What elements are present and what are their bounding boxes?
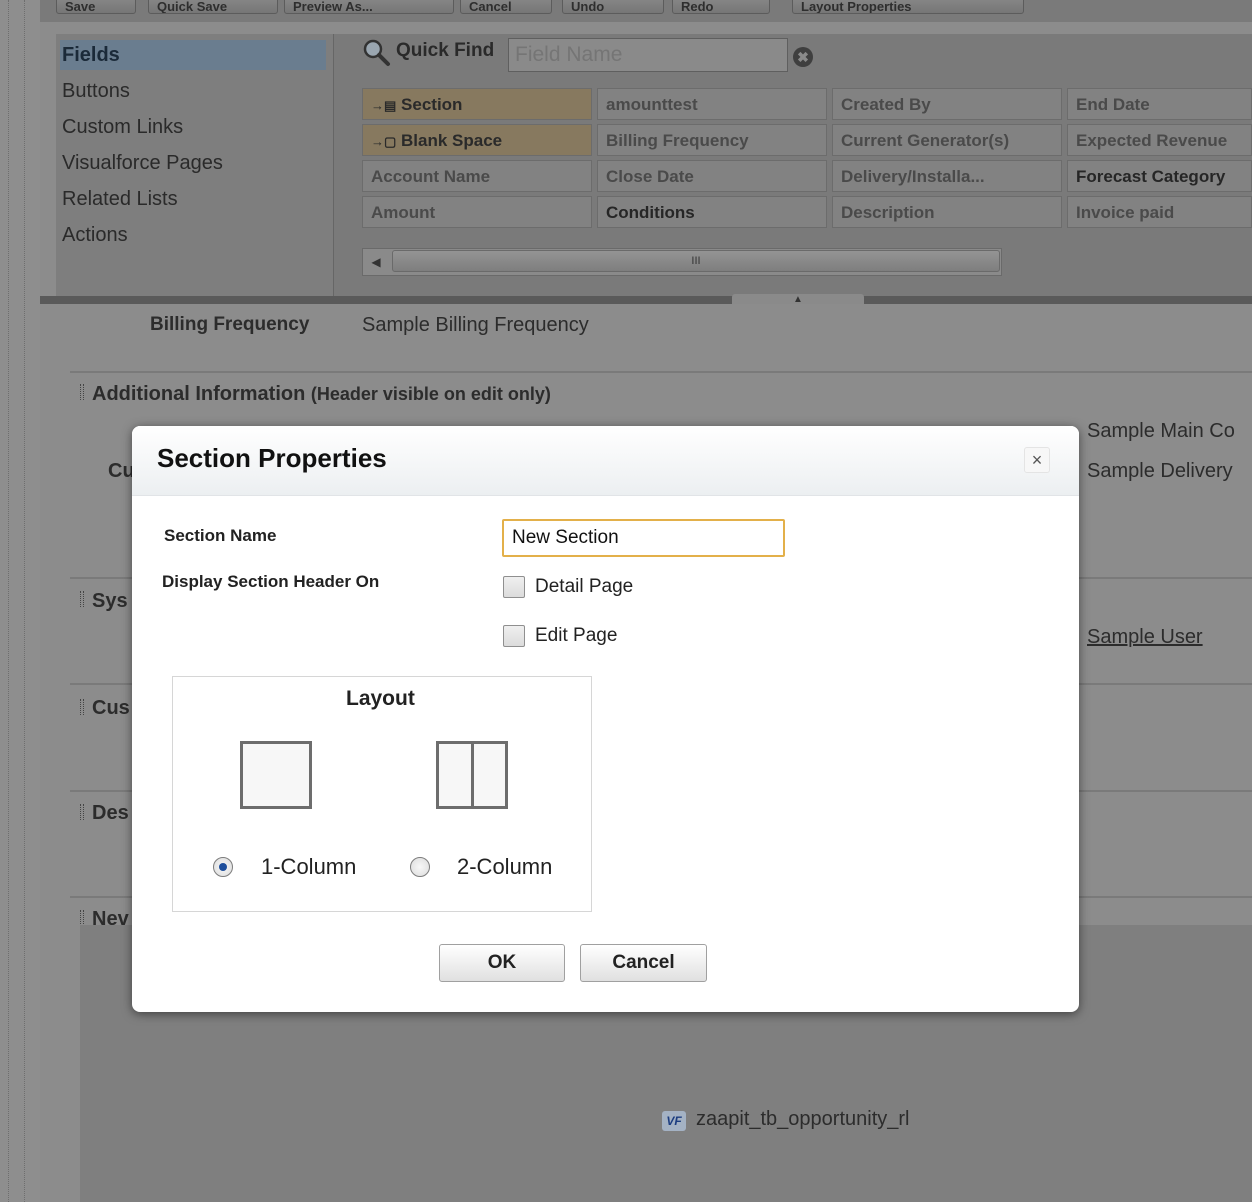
palette-field-billing-frequency[interactable]: Billing Frequency xyxy=(597,124,827,156)
row-label-partial: Cu xyxy=(108,460,135,482)
palette-field-blank-space[interactable]: →▢ Blank Space xyxy=(362,124,592,156)
top-toolbar: Save Quick Save Preview As... Cancel Und… xyxy=(40,0,1252,22)
palette-field-invoice-paid[interactable]: Invoice paid xyxy=(1067,196,1252,228)
edit-page-checkbox[interactable] xyxy=(503,625,525,647)
layout-options-box: Layout 1-Column 2-Column xyxy=(172,676,592,912)
drag-handle-icon[interactable] xyxy=(80,591,84,607)
search-icon xyxy=(362,38,392,73)
two-column-layout-icon[interactable] xyxy=(436,741,508,809)
close-icon[interactable]: × xyxy=(1024,447,1050,473)
section-properties-dialog: Section Properties × Section Name Displa… xyxy=(132,426,1079,1012)
palette-field-conditions[interactable]: Conditions xyxy=(597,196,827,228)
layout-title: Layout xyxy=(346,687,415,710)
drag-handle-icon[interactable] xyxy=(80,384,84,400)
one-column-radio[interactable] xyxy=(213,857,233,877)
quick-save-button[interactable]: Quick Save xyxy=(148,0,278,14)
palette-field-close-date[interactable]: Close Date xyxy=(597,160,827,192)
ok-button[interactable]: OK xyxy=(439,944,565,982)
scrollbar-thumb[interactable]: III xyxy=(392,250,1000,272)
detail-page-label: Detail Page xyxy=(535,576,634,597)
display-header-label: Display Section Header On xyxy=(162,572,380,591)
palette-field-end-date[interactable]: End Date xyxy=(1067,88,1252,120)
two-column-label: 2-Column xyxy=(457,854,553,879)
palette-nav-buttons[interactable]: Buttons xyxy=(60,76,326,106)
palette-field-section[interactable]: →▤ Section xyxy=(362,88,592,120)
palette-divider xyxy=(40,296,1252,304)
palette-nav-related-lists[interactable]: Related Lists xyxy=(60,184,326,214)
palette-nav-actions[interactable]: Actions xyxy=(60,220,326,250)
scroll-left-arrow-icon[interactable]: ◀ xyxy=(364,250,388,274)
two-column-radio[interactable] xyxy=(410,857,430,877)
custom-links-section-title[interactable]: Cus xyxy=(92,697,130,720)
radio-selected-dot xyxy=(219,863,227,871)
delivery-value: Sample Delivery xyxy=(1087,460,1233,482)
layout-properties-button[interactable]: Layout Properties xyxy=(792,0,1024,14)
one-column-label: 1-Column xyxy=(261,854,357,879)
palette-field-current-generator[interactable]: Current Generator(s) xyxy=(832,124,1062,156)
palette-field-created-by[interactable]: Created By xyxy=(832,88,1062,120)
dialog-title: Section Properties xyxy=(157,443,387,473)
section-name-input[interactable] xyxy=(502,519,785,557)
description-section-title[interactable]: Des xyxy=(92,802,129,825)
section-divider xyxy=(70,371,1252,373)
save-button[interactable]: Save xyxy=(56,0,136,14)
undo-button[interactable]: Undo xyxy=(562,0,664,14)
system-info-section-title[interactable]: Sys xyxy=(92,590,128,613)
palette-field-expected-revenue[interactable]: Expected Revenue xyxy=(1067,124,1252,156)
palette-field-description[interactable]: Description xyxy=(832,196,1062,228)
detail-page-checkbox[interactable] xyxy=(503,576,525,598)
drag-handle-icon[interactable] xyxy=(80,804,84,820)
palette-field-account-name[interactable]: Account Name xyxy=(362,160,592,192)
clear-search-icon[interactable]: ✖ xyxy=(793,47,813,67)
palette-field-amounttest[interactable]: amounttest xyxy=(597,88,827,120)
main-competitor-value: Sample Main Co xyxy=(1087,420,1235,442)
palette-nav-custom-links[interactable]: Custom Links xyxy=(60,112,326,142)
preview-as-button[interactable]: Preview As... xyxy=(284,0,454,14)
billing-frequency-value: Sample Billing Frequency xyxy=(362,314,589,336)
visualforce-page-name[interactable]: zaapit_tb_opportunity_rl xyxy=(696,1108,909,1131)
edit-page-label: Edit Page xyxy=(535,625,618,646)
cancel-layout-button[interactable]: Cancel xyxy=(460,0,552,14)
palette-field-amount[interactable]: Amount xyxy=(362,196,592,228)
palette-nav-fields[interactable]: Fields xyxy=(60,40,326,70)
palette-field-delivery-installation[interactable]: Delivery/Installa... xyxy=(832,160,1062,192)
drag-handle-icon[interactable] xyxy=(80,910,84,926)
palette-nav-visualforce-pages[interactable]: Visualforce Pages xyxy=(60,148,326,178)
additional-info-section-title[interactable]: Additional Information (Header visible o… xyxy=(92,383,551,406)
palette-field-forecast-category[interactable]: Forecast Category xyxy=(1067,160,1252,192)
left-gutter xyxy=(0,0,40,1202)
palette-nav: Fields Buttons Custom Links Visualforce … xyxy=(56,34,334,296)
add-blank-space-icon: →▢ xyxy=(371,134,397,149)
section-name-label: Section Name xyxy=(164,526,277,545)
add-section-icon: →▤ xyxy=(371,98,397,113)
visualforce-icon: VF xyxy=(662,1111,686,1131)
billing-frequency-label: Billing Frequency xyxy=(150,314,310,335)
sample-user-link[interactable]: Sample User xyxy=(1087,626,1203,649)
redo-button[interactable]: Redo xyxy=(672,0,770,14)
cancel-button[interactable]: Cancel xyxy=(580,944,707,982)
drag-handle-icon[interactable] xyxy=(80,699,84,715)
quick-find-input[interactable] xyxy=(508,38,788,72)
quick-find-label: Quick Find xyxy=(396,40,495,61)
one-column-layout-icon[interactable] xyxy=(240,741,312,809)
